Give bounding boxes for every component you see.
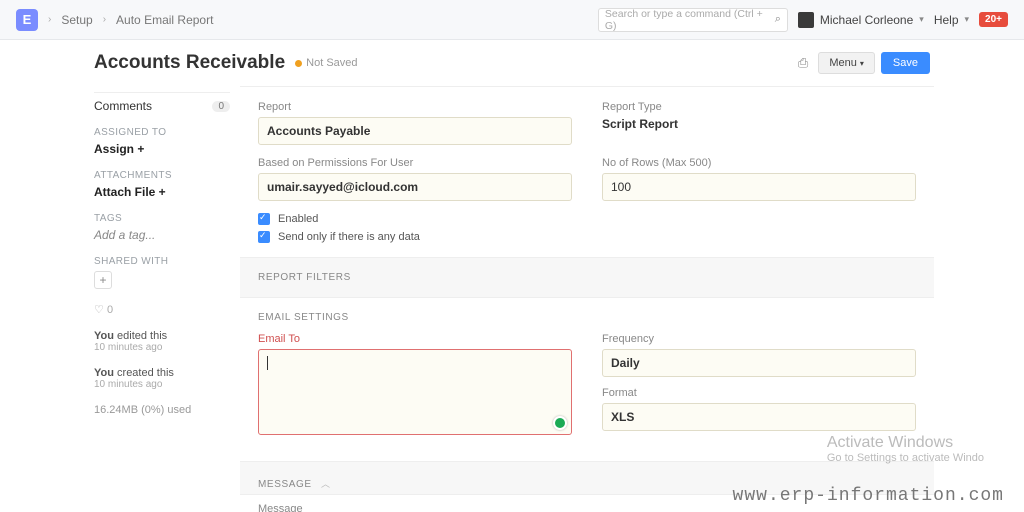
enabled-checkbox[interactable]: Enabled (258, 213, 916, 225)
edited-info: You You edited thisedited this 10 minute… (94, 330, 230, 353)
permissions-user-input[interactable]: umair.sayyed@icloud.com (258, 173, 572, 201)
report-input[interactable]: Accounts Payable (258, 117, 572, 145)
send-only-if-data-checkbox[interactable]: Send only if there is any data (258, 231, 916, 243)
breadcrumb-setup[interactable]: Setup (61, 13, 92, 27)
sidebar: Comments 0 ASSIGNED TO Assign + ATTACHME… (90, 86, 240, 512)
global-search-input[interactable]: Search or type a command (Ctrl + G) ⌕ (598, 8, 788, 32)
message-heading: MESSAGE (258, 479, 312, 490)
attach-file-button[interactable]: Attach File + (94, 185, 230, 199)
assign-button[interactable]: Assign + (94, 142, 230, 156)
likes-row[interactable]: ♡ 0 (94, 303, 230, 316)
search-icon: ⌕ (775, 13, 781, 26)
created-info: You You created thiscreated this 10 minu… (94, 367, 230, 390)
user-name: Michael Corleone (820, 13, 913, 27)
save-button[interactable]: Save (881, 52, 930, 74)
rows-label: No of Rows (Max 500) (602, 157, 916, 169)
menu-button[interactable]: Menu ▾ (818, 52, 875, 74)
frequency-select[interactable]: Daily (602, 349, 916, 377)
checkbox-checked-icon (258, 213, 270, 225)
save-status: Not Saved (306, 57, 357, 69)
page-title: Accounts Receivable (94, 52, 285, 74)
permissions-user-label: Based on Permissions For User (258, 157, 572, 169)
tags-heading: TAGS (94, 213, 230, 224)
help-menu[interactable]: Help ▾ (934, 13, 969, 27)
storage-info: 16.24MB (0%) used (94, 404, 230, 416)
chevron-up-icon: ︿ (321, 479, 330, 489)
page-header: Accounts Receivable Not Saved ⎙ Menu ▾ S… (90, 40, 934, 86)
print-icon[interactable]: ⎙ (798, 55, 808, 71)
windows-activation-watermark: Activate Windows Go to Settings to activ… (827, 434, 984, 464)
user-menu[interactable]: Michael Corleone ▾ (798, 12, 924, 28)
chevron-right-icon: › (103, 14, 106, 25)
checkbox-checked-icon (258, 231, 270, 243)
chevron-down-icon: ▾ (965, 14, 970, 25)
grammarly-icon (553, 416, 567, 430)
comments-count: 0 (212, 101, 230, 112)
report-filters-section[interactable]: REPORT FILTERS (240, 257, 934, 297)
rows-input[interactable]: 100 (602, 173, 916, 201)
report-type-label: Report Type (602, 101, 916, 113)
comments-label: Comments (94, 99, 152, 113)
report-filters-heading: REPORT FILTERS (258, 272, 916, 283)
help-label: Help (934, 13, 959, 27)
chevron-right-icon: › (48, 14, 51, 25)
tags-input[interactable]: Add a tag... (94, 228, 230, 242)
share-add-button[interactable]: + (94, 271, 112, 289)
report-label: Report (258, 101, 572, 113)
email-settings-heading: EMAIL SETTINGS (258, 312, 916, 323)
shared-with-heading: SHARED WITH (94, 256, 230, 267)
app-logo[interactable]: E (16, 9, 38, 31)
chevron-down-icon: ▾ (860, 59, 864, 68)
email-to-textarea[interactable] (258, 349, 572, 435)
format-select[interactable]: XLS (602, 403, 916, 431)
email-to-label: Email To (258, 333, 572, 345)
heart-icon: ♡ (94, 304, 104, 316)
search-placeholder: Search or type a command (Ctrl + G) (605, 8, 775, 32)
site-watermark: www.erp-information.com (733, 486, 1004, 506)
breadcrumb-current[interactable]: Auto Email Report (116, 13, 213, 27)
assigned-to-heading: ASSIGNED TO (94, 127, 230, 138)
notification-badge[interactable]: 20+ (979, 12, 1008, 27)
chevron-down-icon: ▾ (919, 14, 924, 25)
format-label: Format (602, 387, 916, 399)
attachments-heading: ATTACHMENTS (94, 170, 230, 181)
report-type-value: Script Report (602, 117, 916, 131)
frequency-label: Frequency (602, 333, 916, 345)
status-dot-icon (295, 60, 302, 67)
avatar (798, 12, 814, 28)
top-navbar: E › Setup › Auto Email Report Search or … (0, 0, 1024, 40)
